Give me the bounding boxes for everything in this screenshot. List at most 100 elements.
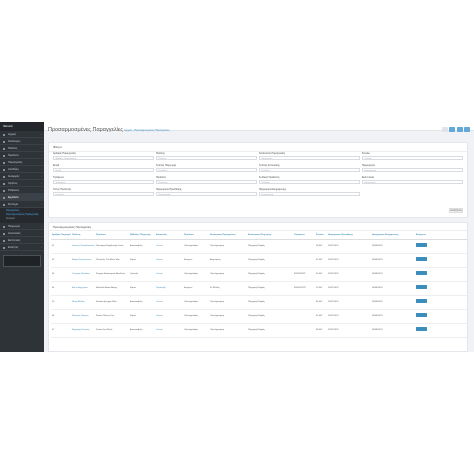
page-header: Προσαρμοσμένες Παραγγελίες Αρχική › Προσ…	[44, 122, 474, 142]
sidebar-item[interactable]: Χρήστες ‹	[0, 180, 44, 187]
orders-table: Αριθμός ΠαραγγελίαςΠελάτηςΠροϊόνταΜέθοδο…	[51, 231, 467, 338]
sidebar-subitem[interactable]: Ιστορικό	[0, 217, 44, 221]
settings-button[interactable]	[464, 127, 470, 132]
filter-field: Εκπτωτικός Εκπτωτικός	[362, 176, 465, 184]
row-action-button[interactable]	[416, 285, 427, 290]
filter-input[interactable]: Ημερομηνία	[362, 167, 463, 172]
filter-input[interactable]: Email	[53, 167, 154, 172]
filter-input[interactable]: Πελάτης	[156, 155, 257, 160]
filter-input[interactable]: Ημερομηνία	[259, 191, 360, 196]
table-cell: 02	[51, 253, 71, 268]
sidebar-widget	[3, 255, 41, 267]
table-cell: Πληρωμή Ελήφθη	[247, 253, 293, 268]
table-cell: 62,00€	[315, 267, 327, 282]
column-header[interactable]: Αριθμός Παραγγελίας	[51, 231, 71, 240]
filter-input[interactable]: Τηλέφωνο	[53, 179, 154, 184]
column-header[interactable]: Ενέργειες	[415, 231, 467, 240]
filter-input[interactable]: Προϊόντα	[156, 179, 257, 184]
table-row[interactable]: 06 Κατερίνα Σταύρου Ζακέτα Πλεκτή Γκρι Κάρτ…	[51, 309, 467, 324]
filter-input[interactable]: Κωδικός	[259, 179, 360, 184]
filter-input[interactable]: Επιλέξτε	[156, 167, 257, 172]
help-button[interactable]	[441, 127, 448, 132]
column-header[interactable]: Αποστολή	[155, 231, 183, 240]
table-cell: Μπλούζα Μακό Μαύρη	[95, 281, 129, 296]
export-button[interactable]	[449, 127, 455, 132]
sidebar-item[interactable]: Πελάτες ‹	[0, 145, 44, 152]
sidebar-item[interactable]: Προϊόντα ‹	[0, 152, 44, 159]
row-action-button[interactable]	[416, 313, 427, 318]
column-header[interactable]: Μέθοδος Πληρωμής	[129, 231, 155, 240]
table-cell[interactable]: Δημήτρης Παππάς	[71, 323, 95, 338]
column-header[interactable]: Προϊόντα	[183, 231, 209, 240]
sidebar-item[interactable]: Ρυθμίσεις ‹	[0, 187, 44, 194]
sidebar-item[interactable]: Ενότητες ‹	[0, 244, 44, 251]
row-action-button[interactable]	[416, 243, 427, 248]
column-header[interactable]: Κατάσταση Πληρωμής	[247, 231, 293, 240]
table-cell[interactable]: Courier	[155, 267, 183, 282]
chevron-right-icon: ‹	[41, 246, 42, 249]
column-header[interactable]: Κατάσταση Παραγγελίας	[209, 231, 247, 240]
table-cell[interactable]: Ελένη Δημητρίου	[71, 281, 95, 296]
row-action-button[interactable]	[416, 299, 427, 304]
table-cell: 04	[51, 281, 71, 296]
filter-input[interactable]: Επιλέξτε	[53, 191, 154, 196]
filter-input[interactable]: Σύνολο	[362, 155, 463, 160]
table-cell: 28,00€	[315, 239, 327, 254]
menu-icon	[3, 161, 5, 164]
column-header[interactable]: Ημερομηνία Προσθήκης	[327, 231, 371, 240]
table-cell: 07	[51, 323, 71, 338]
column-header[interactable]: Πελάτης	[71, 231, 95, 240]
column-header[interactable]: Τηλέφωνο	[293, 231, 315, 240]
table-cell[interactable]: Κατερίνα Σταύρου	[71, 309, 95, 324]
sidebar-item[interactable]: Πληρωμές ‹	[0, 223, 44, 230]
table-row[interactable]: 07 Δημήτρης Παππάς Σακάκι Λινό Μπεζ Αντικατ…	[51, 323, 467, 338]
sidebar-item[interactable]: Σύστημα ‹	[0, 201, 44, 208]
table-cell[interactable]: Ιωάννης Παπαδόπουλος	[71, 239, 95, 254]
sidebar-item[interactable]: Αποθήκη ‹	[0, 166, 44, 173]
table-cell: 28/08/2023	[371, 295, 415, 310]
sidebar-item[interactable]: Κατάλογος ‹	[0, 138, 44, 145]
search-button[interactable]: Αναζήτηση	[449, 208, 463, 213]
row-action-button[interactable]	[416, 271, 427, 276]
table-row[interactable]: 02 Μαρία Κωνσταντίνου Παντελόνι Τζιν Μπλε …	[51, 253, 467, 268]
column-header[interactable]: Σύνολο	[315, 231, 327, 240]
table-cell[interactable]: Γεώργιος Νικολάου	[71, 267, 95, 282]
brand-logo[interactable]: Ιδανικά	[0, 122, 44, 131]
row-action-button[interactable]	[416, 257, 427, 262]
print-button[interactable]	[456, 127, 463, 132]
table-cell[interactable]: Μαρία Κωνσταντίνου	[71, 253, 95, 268]
sidebar-item[interactable]: Αποστολές ‹	[0, 230, 44, 237]
filter-input[interactable]: Αριθμός Παραγγελίας	[53, 155, 154, 160]
actions-cell	[415, 295, 467, 310]
table-cell[interactable]: Courier	[155, 239, 183, 254]
sidebar-item-label: Αποθήκη	[8, 168, 19, 171]
actions-cell	[415, 281, 467, 296]
table-row[interactable]: 03 Γεώργιος Νικολάου Φόρεμα Καλοκαιρινό Με…	[51, 267, 467, 282]
column-header[interactable]: Προϊόντα	[95, 231, 129, 240]
table-cell: Σε Εξέλιξη	[209, 281, 247, 296]
filter-input[interactable]: Επιλέξτε	[259, 167, 360, 172]
sidebar-item[interactable]: Εκπτώσεις ‹	[0, 237, 44, 244]
sidebar-item[interactable]: Παραγγελίες ‹	[0, 159, 44, 166]
table-cell[interactable]: Courier	[155, 253, 183, 268]
sidebar-item[interactable]: Εργαλεία ‹	[0, 194, 44, 201]
table-row[interactable]: 05 Νίκος Αλεξίου Φούστα Εμπριμέ Μίντι Αντικ…	[51, 295, 467, 310]
table-cell: Κάρτα	[129, 253, 155, 268]
table-cell[interactable]: Νίκος Αλεξίου	[71, 295, 95, 310]
sidebar-item[interactable]: Αρχική ‹	[0, 131, 44, 138]
table-cell[interactable]: Παραλαβή	[155, 281, 183, 296]
filter-input[interactable]: Κατάσταση	[259, 155, 360, 160]
table-row[interactable]: 04 Ελένη Δημητρίου Μπλούζα Μακό Μαύρη Κάρτα…	[51, 281, 467, 296]
breadcrumb[interactable]: Αρχική › Προσαρμοσμένες Παραγγελίες	[124, 129, 170, 132]
table-row[interactable]: 01 Ιωάννης Παπαδόπουλος Πουκάμισο Βαμβακερ…	[51, 239, 467, 254]
filter-field: Email Email	[53, 164, 156, 172]
row-action-button[interactable]	[416, 327, 427, 332]
filter-input[interactable]: Ημερομηνία	[156, 191, 257, 196]
table-cell[interactable]: Courier	[155, 295, 183, 310]
filters-panel: Φίλτρα Αριθμός Παραγγελίας Αριθμός Παραγγ…	[48, 142, 468, 218]
filter-input[interactable]: Εκπτωτικός	[362, 179, 463, 184]
table-cell[interactable]: Courier	[155, 323, 183, 338]
sidebar-item[interactable]: Αναφορές ‹	[0, 173, 44, 180]
table-cell[interactable]: Courier	[155, 309, 183, 324]
column-header[interactable]: Ημερομηνία Ενημέρωσης	[371, 231, 415, 240]
